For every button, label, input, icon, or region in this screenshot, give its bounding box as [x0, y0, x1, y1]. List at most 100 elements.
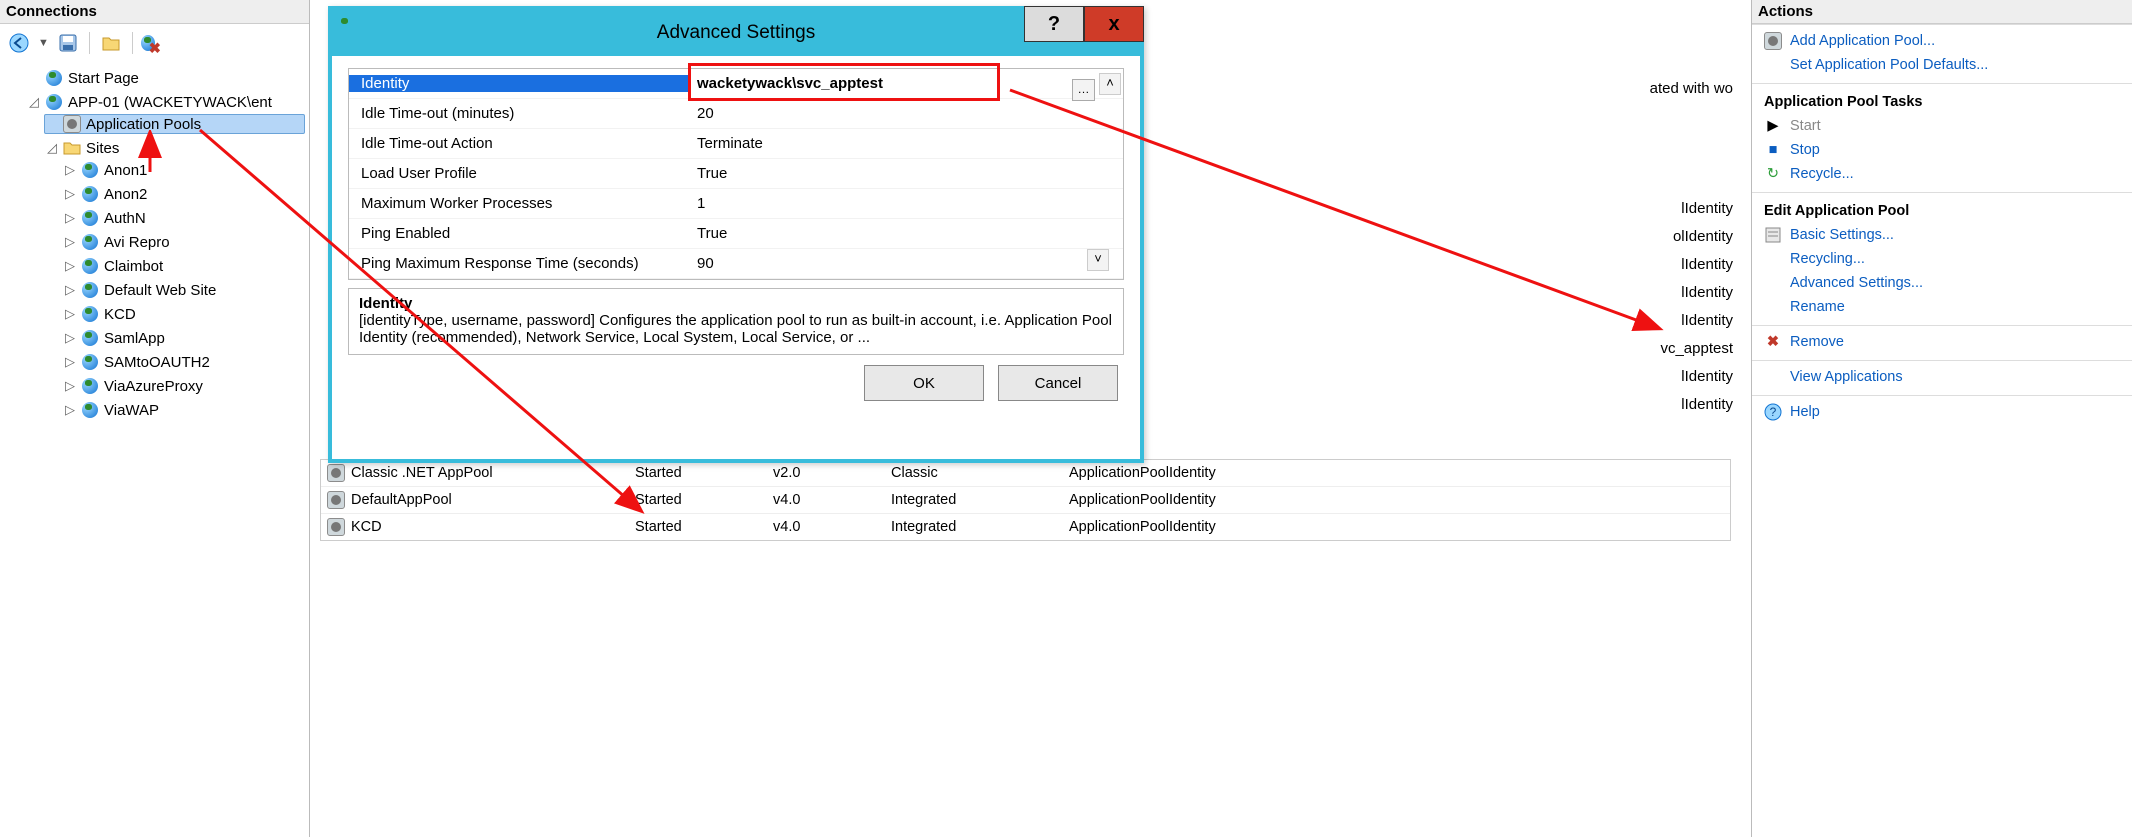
server-icon [45, 93, 63, 111]
site-node[interactable]: ▷Avi Repro [62, 232, 305, 252]
cancel-button[interactable]: Cancel [998, 365, 1118, 401]
connections-tree[interactable]: Start Page ◿ APP-01 (WACKETYWACK\ent [0, 66, 309, 837]
property-row[interactable]: Identitywacketywack\svc_apptest… [349, 69, 1123, 99]
dropdown-caret-icon[interactable]: ▼ [38, 37, 49, 49]
save-icon[interactable] [55, 30, 81, 56]
scroll-down-icon[interactable]: ˅ [1087, 249, 1109, 271]
property-value[interactable]: 20 [689, 105, 1123, 122]
pool-mode: Integrated [891, 519, 1061, 535]
app-pool-grid[interactable]: Classic .NET AppPoolStartedv2.0ClassicAp… [320, 459, 1731, 541]
property-value[interactable]: True [689, 165, 1123, 182]
site-globe-icon [81, 281, 99, 299]
property-value[interactable]: True [689, 225, 1123, 242]
ok-button[interactable]: OK [864, 365, 984, 401]
view-applications-link[interactable]: View Applications [1764, 365, 2124, 389]
recycling-link[interactable]: Recycling... [1764, 247, 2124, 271]
site-globe-icon [81, 185, 99, 203]
site-node[interactable]: ▷AuthN [62, 208, 305, 228]
basic-settings-link[interactable]: Basic Settings... [1764, 223, 2124, 247]
property-value[interactable]: wacketywack\svc_apptest [689, 75, 1123, 92]
remove-link[interactable]: ✖ Remove [1764, 330, 2124, 354]
site-globe-icon [81, 305, 99, 323]
start-page-label: Start Page [68, 70, 139, 87]
site-label: Anon1 [104, 162, 147, 179]
site-label: SamlApp [104, 330, 165, 347]
dialog-help-button[interactable]: ? [1024, 6, 1084, 42]
rename-link[interactable]: Rename [1764, 295, 2124, 319]
scroll-up-icon[interactable]: ˄ [1099, 73, 1121, 95]
property-row[interactable]: Maximum Worker Processes1 [349, 189, 1123, 219]
set-pool-defaults-link[interactable]: Set Application Pool Defaults... [1764, 53, 2124, 77]
remove-connection-icon[interactable]: ✖ [141, 30, 167, 56]
advanced-settings-link[interactable]: Advanced Settings... [1764, 271, 2124, 295]
site-globe-icon [81, 377, 99, 395]
property-description: Identity [identityType, username, passwo… [348, 288, 1124, 355]
site-node[interactable]: ▷SamlApp [62, 328, 305, 348]
property-value[interactable]: 1 [689, 195, 1123, 212]
site-node[interactable]: ▷Claimbot [62, 256, 305, 276]
dialog-close-button[interactable]: x [1084, 6, 1144, 42]
sites-node[interactable]: ◿ Sites [44, 138, 305, 158]
recycle-link[interactable]: ↻ Recycle... [1764, 162, 2124, 186]
site-node[interactable]: ▷Default Web Site [62, 280, 305, 300]
pool-icon [327, 491, 345, 509]
app-pool-row[interactable]: Classic .NET AppPoolStartedv2.0ClassicAp… [321, 460, 1730, 486]
help-link[interactable]: ? Help [1764, 400, 2124, 424]
site-label: ViaAzureProxy [104, 378, 203, 395]
stop-link[interactable]: ■ Stop [1764, 138, 2124, 162]
site-node[interactable]: ▷KCD [62, 304, 305, 324]
stop-icon: ■ [1764, 141, 1782, 159]
app-pool-row[interactable]: DefaultAppPoolStartedv4.0IntegratedAppli… [321, 486, 1730, 513]
connections-toolbar: ▼ ✖ [0, 24, 309, 66]
site-node[interactable]: ▷Anon2 [62, 184, 305, 204]
start-link[interactable]: ▶ Start [1764, 114, 2124, 138]
property-row[interactable]: Idle Time-out (minutes)20 [349, 99, 1123, 129]
sites-folder-icon [63, 139, 81, 157]
advanced-settings-dialog: Advanced Settings ? x Identitywacketywac… [328, 6, 1144, 463]
dialog-title: Advanced Settings [657, 22, 815, 44]
property-row[interactable]: Ping Maximum Response Time (seconds)90 [349, 249, 1123, 279]
app-pool-row[interactable]: KCDStartedv4.0IntegratedApplicationPoolI… [321, 513, 1730, 540]
site-label: Claimbot [104, 258, 163, 275]
site-node[interactable]: ▷ViaWAP [62, 400, 305, 420]
property-value[interactable]: Terminate [689, 135, 1123, 152]
property-row[interactable]: Idle Time-out ActionTerminate [349, 129, 1123, 159]
pool-mode: Integrated [891, 492, 1061, 508]
site-node[interactable]: ▷Anon1 [62, 160, 305, 180]
property-grid[interactable]: Identitywacketywack\svc_apptest…Idle Tim… [348, 68, 1124, 280]
behind-identity-fragment: lIdentity [1681, 312, 1733, 329]
pool-version: v4.0 [773, 519, 883, 535]
browse-button[interactable]: … [1072, 79, 1095, 101]
property-row[interactable]: Ping EnabledTrue [349, 219, 1123, 249]
recycle-icon: ↻ [1764, 165, 1782, 183]
dialog-titlebar[interactable]: Advanced Settings ? x [332, 10, 1140, 56]
add-application-pool-link[interactable]: Add Application Pool... [1764, 29, 2124, 53]
behind-identity-fragment: olIdentity [1673, 228, 1733, 245]
connections-title: Connections [0, 0, 309, 24]
application-pools-node[interactable]: Application Pools [44, 114, 305, 134]
start-icon: ▶ [1764, 117, 1782, 135]
site-node[interactable]: ▷SAMtoOAUTH2 [62, 352, 305, 372]
app-pool-icon [63, 115, 81, 133]
behind-identity-fragment: vc_apptest [1660, 340, 1733, 357]
property-key: Idle Time-out Action [349, 135, 689, 152]
pool-version: v2.0 [773, 465, 883, 481]
property-key: Load User Profile [349, 165, 689, 182]
pool-name: Classic .NET AppPool [351, 465, 493, 481]
start-page-node[interactable]: Start Page [26, 68, 305, 88]
pool-mode: Classic [891, 465, 1061, 481]
server-node[interactable]: ◿ APP-01 (WACKETYWACK\ent [26, 92, 305, 112]
property-row[interactable]: Load User ProfileTrue [349, 159, 1123, 189]
property-key: Idle Time-out (minutes) [349, 105, 689, 122]
site-label: Avi Repro [104, 234, 170, 251]
open-icon[interactable] [98, 30, 124, 56]
site-node[interactable]: ▷ViaAzureProxy [62, 376, 305, 396]
property-value[interactable]: 90 [689, 255, 1123, 272]
edit-pool-heading: Edit Application Pool [1764, 197, 2124, 223]
server-label: APP-01 (WACKETYWACK\ent [68, 94, 272, 111]
pool-status: Started [635, 519, 765, 535]
dialog-icon [338, 16, 364, 42]
nav-back-icon[interactable] [6, 30, 32, 56]
remove-icon: ✖ [1764, 333, 1782, 351]
pool-name: DefaultAppPool [351, 492, 452, 508]
